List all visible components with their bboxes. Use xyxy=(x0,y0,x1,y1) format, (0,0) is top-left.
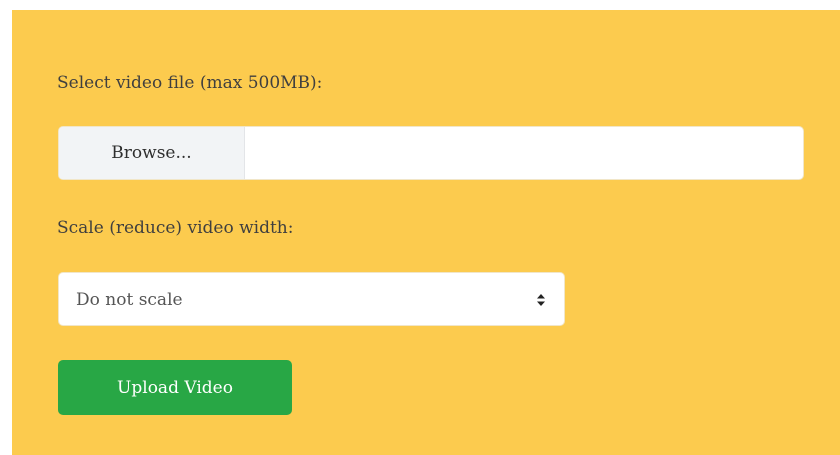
scale-width-select[interactable]: Do not scale xyxy=(58,272,565,326)
upload-form-panel: Select video file (max 500MB): Browse...… xyxy=(12,10,840,455)
selected-file-name[interactable] xyxy=(245,127,803,179)
file-select-label: Select video file (max 500MB): xyxy=(57,73,323,93)
video-file-input[interactable]: Browse... xyxy=(58,126,804,180)
scale-selected-value: Do not scale xyxy=(76,290,183,310)
scale-width-label: Scale (reduce) video width: xyxy=(57,218,294,238)
browse-button[interactable]: Browse... xyxy=(59,127,245,179)
updown-arrows-icon xyxy=(537,294,545,306)
upload-video-button[interactable]: Upload Video xyxy=(58,360,292,415)
